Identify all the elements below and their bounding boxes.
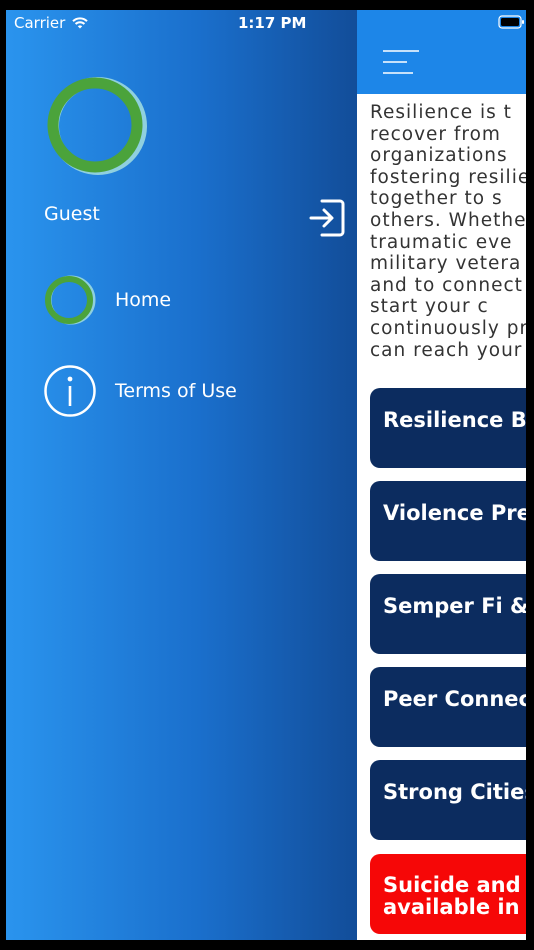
status-time: 1:17 PM	[238, 14, 307, 32]
intro-line: traumatic eve	[370, 231, 513, 253]
intro-line: fostering resilie	[370, 166, 526, 188]
intro-line: Resilience is t	[370, 102, 512, 123]
intro-line: together to s	[370, 188, 503, 210]
card-resilience[interactable]: Resilience Bu	[370, 388, 526, 468]
menu-item-home[interactable]: Home	[43, 272, 333, 328]
intro-line: others. Whethe	[370, 209, 526, 231]
app-screen: Carrier 1:17 PM Guest Home Terms of Use …	[6, 10, 526, 940]
sign-in-icon[interactable]	[308, 197, 346, 239]
menu-item-label: Terms of Use	[115, 380, 237, 402]
card-peer-connect[interactable]: Peer Connec	[370, 667, 526, 747]
status-carrier-group: Carrier	[14, 14, 89, 32]
card-semper-fi[interactable]: Semper Fi &	[370, 574, 526, 654]
intro-line: continuously pr	[370, 317, 526, 339]
card-suicide-alert[interactable]: Suicide and available in	[370, 854, 526, 934]
hamburger-icon[interactable]	[381, 48, 421, 78]
side-drawer: Carrier 1:17 PM Guest Home Terms of Use	[6, 10, 357, 940]
wifi-icon	[72, 17, 89, 29]
battery-icon	[498, 15, 524, 29]
intro-line: and to connect	[370, 274, 523, 296]
main-content: Resilience is t recover from organizatio…	[357, 10, 526, 940]
menu-item-terms-of-use[interactable]: Terms of Use	[43, 363, 333, 419]
user-name: Guest	[44, 203, 100, 225]
menu-item-label: Home	[115, 289, 172, 311]
ring-logo-icon	[45, 275, 96, 325]
intro-line: recover from	[370, 123, 501, 145]
intro-line: military vetera	[370, 253, 522, 275]
intro-line: start your c	[370, 296, 489, 318]
ring-logo-icon	[47, 77, 147, 175]
intro-text: Resilience is t recover from organizatio…	[370, 102, 526, 361]
intro-line: can reach your	[370, 339, 523, 361]
info-icon	[44, 365, 96, 417]
carrier-label: Carrier	[14, 14, 66, 32]
intro-line: organizations	[370, 145, 508, 167]
card-violence-prevention[interactable]: Violence Pre	[370, 481, 526, 561]
card-strong-cities[interactable]: Strong Cities	[370, 760, 526, 840]
